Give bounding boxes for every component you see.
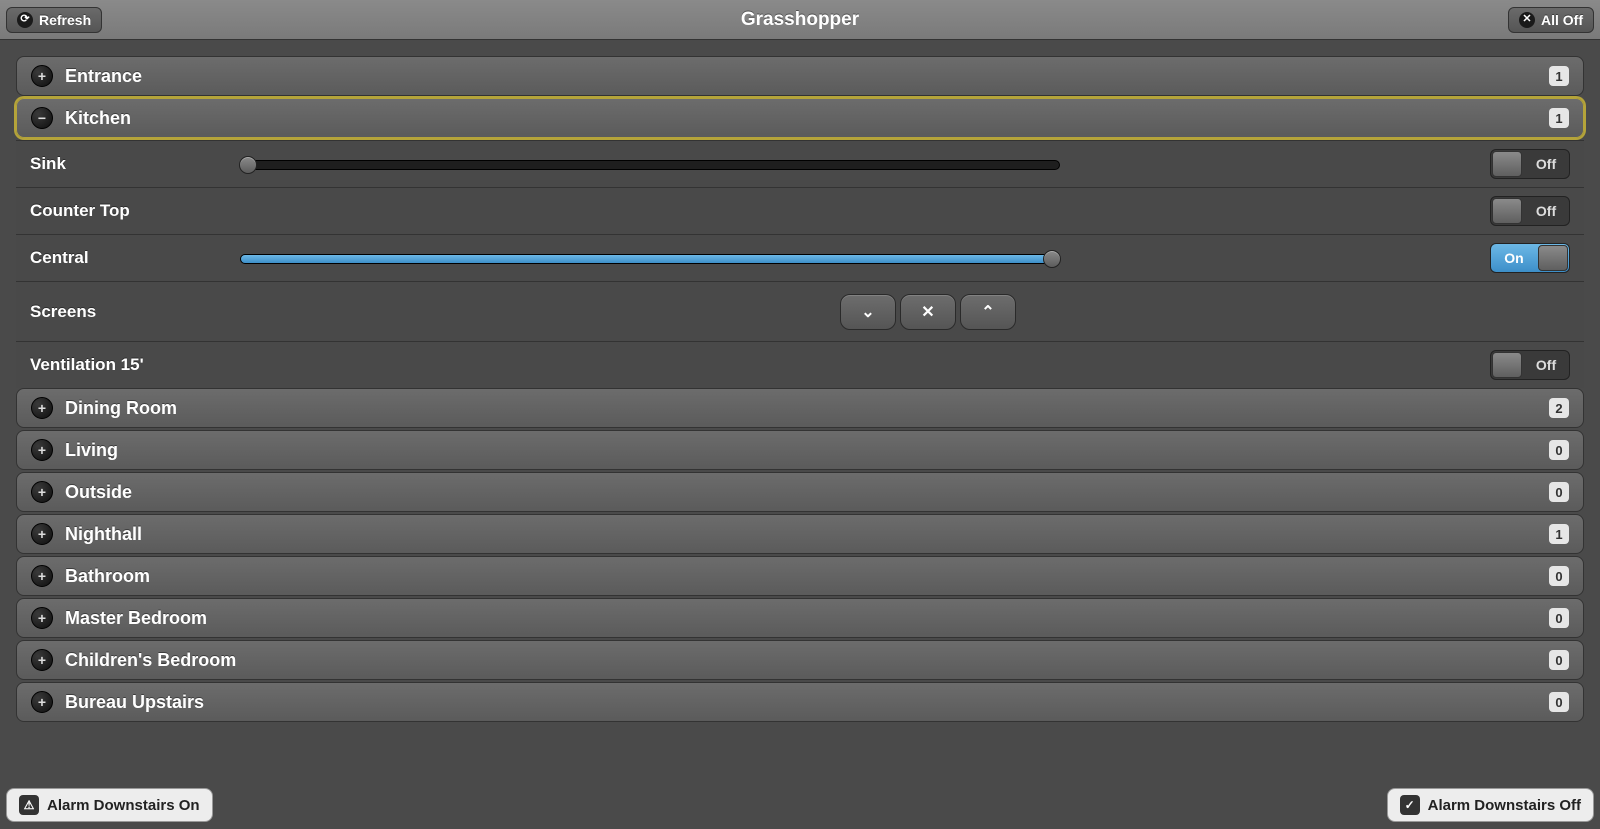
- room-row-entrance[interactable]: + Entrance 1: [16, 56, 1584, 96]
- central-toggle[interactable]: On: [1490, 243, 1570, 273]
- bottombar: ⚠ Alarm Downstairs On ✓ Alarm Downstairs…: [0, 781, 1600, 829]
- ventilation-toggle[interactable]: Off: [1490, 350, 1570, 380]
- collapse-icon: −: [31, 107, 53, 129]
- room-label: Bathroom: [65, 566, 1549, 587]
- kitchen-devices: Sink Off Counter Top Off: [16, 140, 1584, 388]
- count-badge: 0: [1549, 482, 1569, 502]
- room-label: Entrance: [65, 66, 1549, 87]
- refresh-button[interactable]: ⟳ Refresh: [6, 7, 102, 33]
- room-row-bathroom[interactable]: + Bathroom 0: [16, 556, 1584, 596]
- alarm-on-button[interactable]: ⚠ Alarm Downstairs On: [6, 788, 213, 822]
- room-label: Living: [65, 440, 1549, 461]
- room-label: Dining Room: [65, 398, 1549, 419]
- device-row-central: Central On: [16, 234, 1584, 281]
- room-row-nighthall[interactable]: + Nighthall 1: [16, 514, 1584, 554]
- room-row-master[interactable]: + Master Bedroom 0: [16, 598, 1584, 638]
- toggle-off-label: Off: [1523, 197, 1569, 225]
- main-content: + Entrance 1 − Kitchen 1 Sink Off: [0, 40, 1600, 722]
- expand-icon: +: [31, 607, 53, 629]
- toggle-knob: [1538, 245, 1568, 271]
- alarm-off-label: Alarm Downstairs Off: [1428, 797, 1581, 814]
- expand-icon: +: [31, 397, 53, 419]
- room-label: Outside: [65, 482, 1549, 503]
- warning-icon: ⚠: [19, 795, 39, 815]
- device-row-screens: Screens ⌄ ✕ ⌃: [16, 281, 1584, 341]
- count-badge: 0: [1549, 608, 1569, 628]
- room-label: Master Bedroom: [65, 608, 1549, 629]
- room-label: Children's Bedroom: [65, 650, 1549, 671]
- central-slider[interactable]: [240, 250, 1060, 266]
- all-off-button[interactable]: ✕ All Off: [1508, 7, 1594, 33]
- slider-track: [240, 160, 1060, 170]
- room-row-bureau[interactable]: + Bureau Upstairs 0: [16, 682, 1584, 722]
- slider-thumb[interactable]: [239, 156, 257, 174]
- toggle-knob: [1492, 352, 1522, 378]
- expand-icon: +: [31, 523, 53, 545]
- sink-slider[interactable]: [240, 156, 1060, 172]
- refresh-label: Refresh: [39, 12, 91, 28]
- expand-icon: +: [31, 565, 53, 587]
- room-row-outside[interactable]: + Outside 0: [16, 472, 1584, 512]
- slider-thumb[interactable]: [1043, 250, 1061, 268]
- count-badge: 1: [1549, 108, 1569, 128]
- device-label: Screens: [30, 302, 240, 322]
- room-row-kitchen[interactable]: − Kitchen 1: [16, 98, 1584, 138]
- device-label: Central: [30, 248, 240, 268]
- expand-icon: +: [31, 65, 53, 87]
- chevron-up-icon: ⌃: [981, 302, 994, 322]
- refresh-icon: ⟳: [17, 12, 33, 28]
- screens-stop-button[interactable]: ✕: [900, 294, 956, 330]
- screens-controls: ⌄ ✕ ⌃: [840, 294, 1016, 330]
- toggle-knob: [1492, 198, 1522, 224]
- topbar: ⟳ Refresh Grasshopper ✕ All Off: [0, 0, 1600, 40]
- device-label: Counter Top: [30, 201, 240, 221]
- sink-toggle[interactable]: Off: [1490, 149, 1570, 179]
- device-row-sink: Sink Off: [16, 140, 1584, 187]
- close-icon: ✕: [1519, 12, 1535, 28]
- count-badge: 0: [1549, 692, 1569, 712]
- app-title: Grasshopper: [0, 9, 1600, 31]
- toggle-off-label: Off: [1523, 351, 1569, 379]
- alarm-off-button[interactable]: ✓ Alarm Downstairs Off: [1387, 788, 1594, 822]
- device-label: Sink: [30, 154, 240, 174]
- count-badge: 0: [1549, 440, 1569, 460]
- toggle-knob: [1492, 151, 1522, 177]
- alarm-on-label: Alarm Downstairs On: [47, 797, 200, 814]
- check-icon: ✓: [1400, 795, 1420, 815]
- room-row-dining[interactable]: + Dining Room 2: [16, 388, 1584, 428]
- counter-toggle[interactable]: Off: [1490, 196, 1570, 226]
- count-badge: 1: [1549, 524, 1569, 544]
- screens-up-button[interactable]: ⌃: [960, 294, 1016, 330]
- count-badge: 2: [1549, 398, 1569, 418]
- device-label: Ventilation 15': [30, 355, 144, 375]
- room-label: Kitchen: [65, 108, 1549, 129]
- expand-icon: +: [31, 439, 53, 461]
- all-off-label: All Off: [1541, 12, 1583, 28]
- room-row-living[interactable]: + Living 0: [16, 430, 1584, 470]
- count-badge: 0: [1549, 566, 1569, 586]
- room-label: Nighthall: [65, 524, 1549, 545]
- expand-icon: +: [31, 481, 53, 503]
- room-row-children[interactable]: + Children's Bedroom 0: [16, 640, 1584, 680]
- toggle-on-label: On: [1491, 244, 1537, 272]
- slider-fill: [241, 255, 1053, 263]
- count-badge: 1: [1549, 66, 1569, 86]
- close-icon: ✕: [921, 302, 934, 322]
- screens-down-button[interactable]: ⌄: [840, 294, 896, 330]
- device-row-counter: Counter Top Off: [16, 187, 1584, 234]
- device-row-ventilation: Ventilation 15' Off: [16, 341, 1584, 388]
- expand-icon: +: [31, 691, 53, 713]
- chevron-down-icon: ⌄: [861, 302, 874, 322]
- count-badge: 0: [1549, 650, 1569, 670]
- expand-icon: +: [31, 649, 53, 671]
- toggle-off-label: Off: [1523, 150, 1569, 178]
- room-label: Bureau Upstairs: [65, 692, 1549, 713]
